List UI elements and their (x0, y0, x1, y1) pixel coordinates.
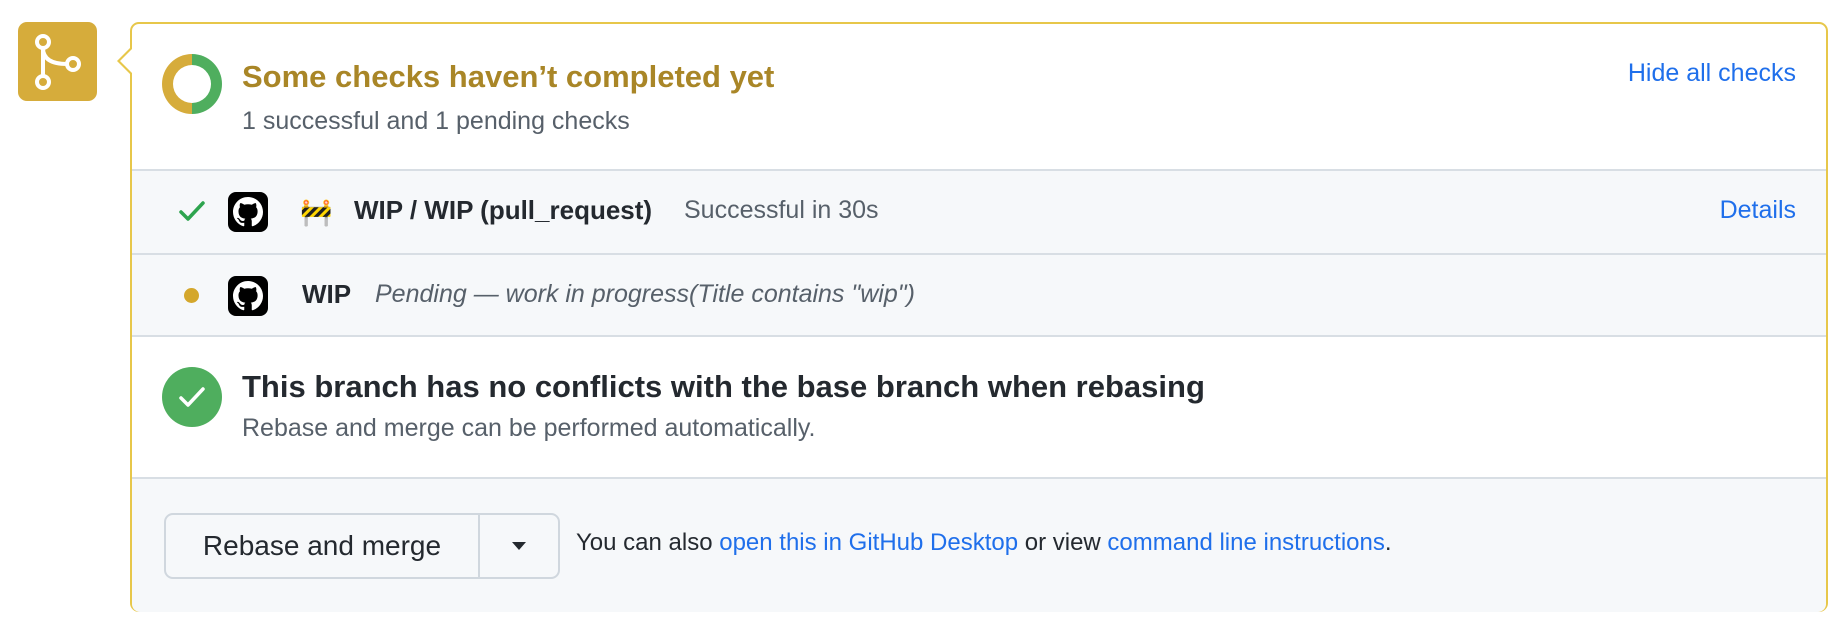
git-merge-icon (18, 22, 97, 101)
check-row-wip: WIP Pending — work in progress(Title con… (132, 253, 1826, 337)
checks-summary: Some checks haven’t completed yet 1 succ… (132, 24, 1826, 169)
merge-box: Some checks haven’t completed yet 1 succ… (130, 22, 1828, 612)
success-circle-icon (162, 367, 222, 427)
merge-actions: Rebase and merge You can also open this … (132, 477, 1826, 612)
check-name: WIP (302, 279, 352, 309)
merge-button-group: Rebase and merge (164, 513, 560, 579)
merge-text-middle: or view (1018, 529, 1108, 556)
merge-text-prefix: You can also (576, 529, 720, 556)
rebase-and-merge-button[interactable]: Rebase and merge (166, 515, 480, 577)
conflicts-title: This branch has no conflicts with the ba… (242, 369, 1205, 404)
merge-alternatives-text: You can also open this in GitHub Desktop… (576, 529, 1392, 557)
hide-all-checks-link[interactable]: Hide all checks (1628, 59, 1796, 88)
open-in-desktop-link[interactable]: open this in GitHub Desktop (719, 529, 1018, 556)
checks-subtitle: 1 successful and 1 pending checks (242, 107, 630, 135)
check-name: WIP / WIP (pull_request) (354, 195, 653, 225)
check-description: Successful in 30s (684, 196, 879, 224)
github-app-icon[interactable] (228, 192, 268, 232)
check-row-wip-pull-request: 🚧 WIP / WIP (pull_request) Successful in… (132, 169, 1826, 253)
caret-down-icon (512, 542, 526, 550)
command-line-instructions-link[interactable]: command line instructions (1107, 529, 1384, 556)
github-app-icon[interactable] (228, 276, 268, 316)
check-icon (179, 387, 205, 407)
merge-method-dropdown-button[interactable] (480, 515, 558, 577)
conflicts-subtitle: Rebase and merge can be performed automa… (242, 414, 816, 442)
construction-emoji-icon: 🚧 (300, 197, 333, 227)
checks-title: Some checks haven’t completed yet (242, 59, 775, 94)
success-check-icon (179, 201, 205, 221)
git-merge-glyph (34, 33, 81, 90)
checks-status-donut-icon (162, 54, 222, 114)
check-description: Pending — work in progress(Title contain… (375, 280, 915, 308)
callout-caret-inner (120, 49, 132, 73)
github-octocat-glyph (233, 197, 263, 227)
check-details-link[interactable]: Details (1720, 196, 1796, 225)
merge-text-suffix: . (1384, 529, 1392, 556)
conflicts-section: This branch has no conflicts with the ba… (132, 335, 1826, 479)
github-octocat-glyph (233, 281, 263, 311)
pending-dot-icon (184, 288, 199, 303)
